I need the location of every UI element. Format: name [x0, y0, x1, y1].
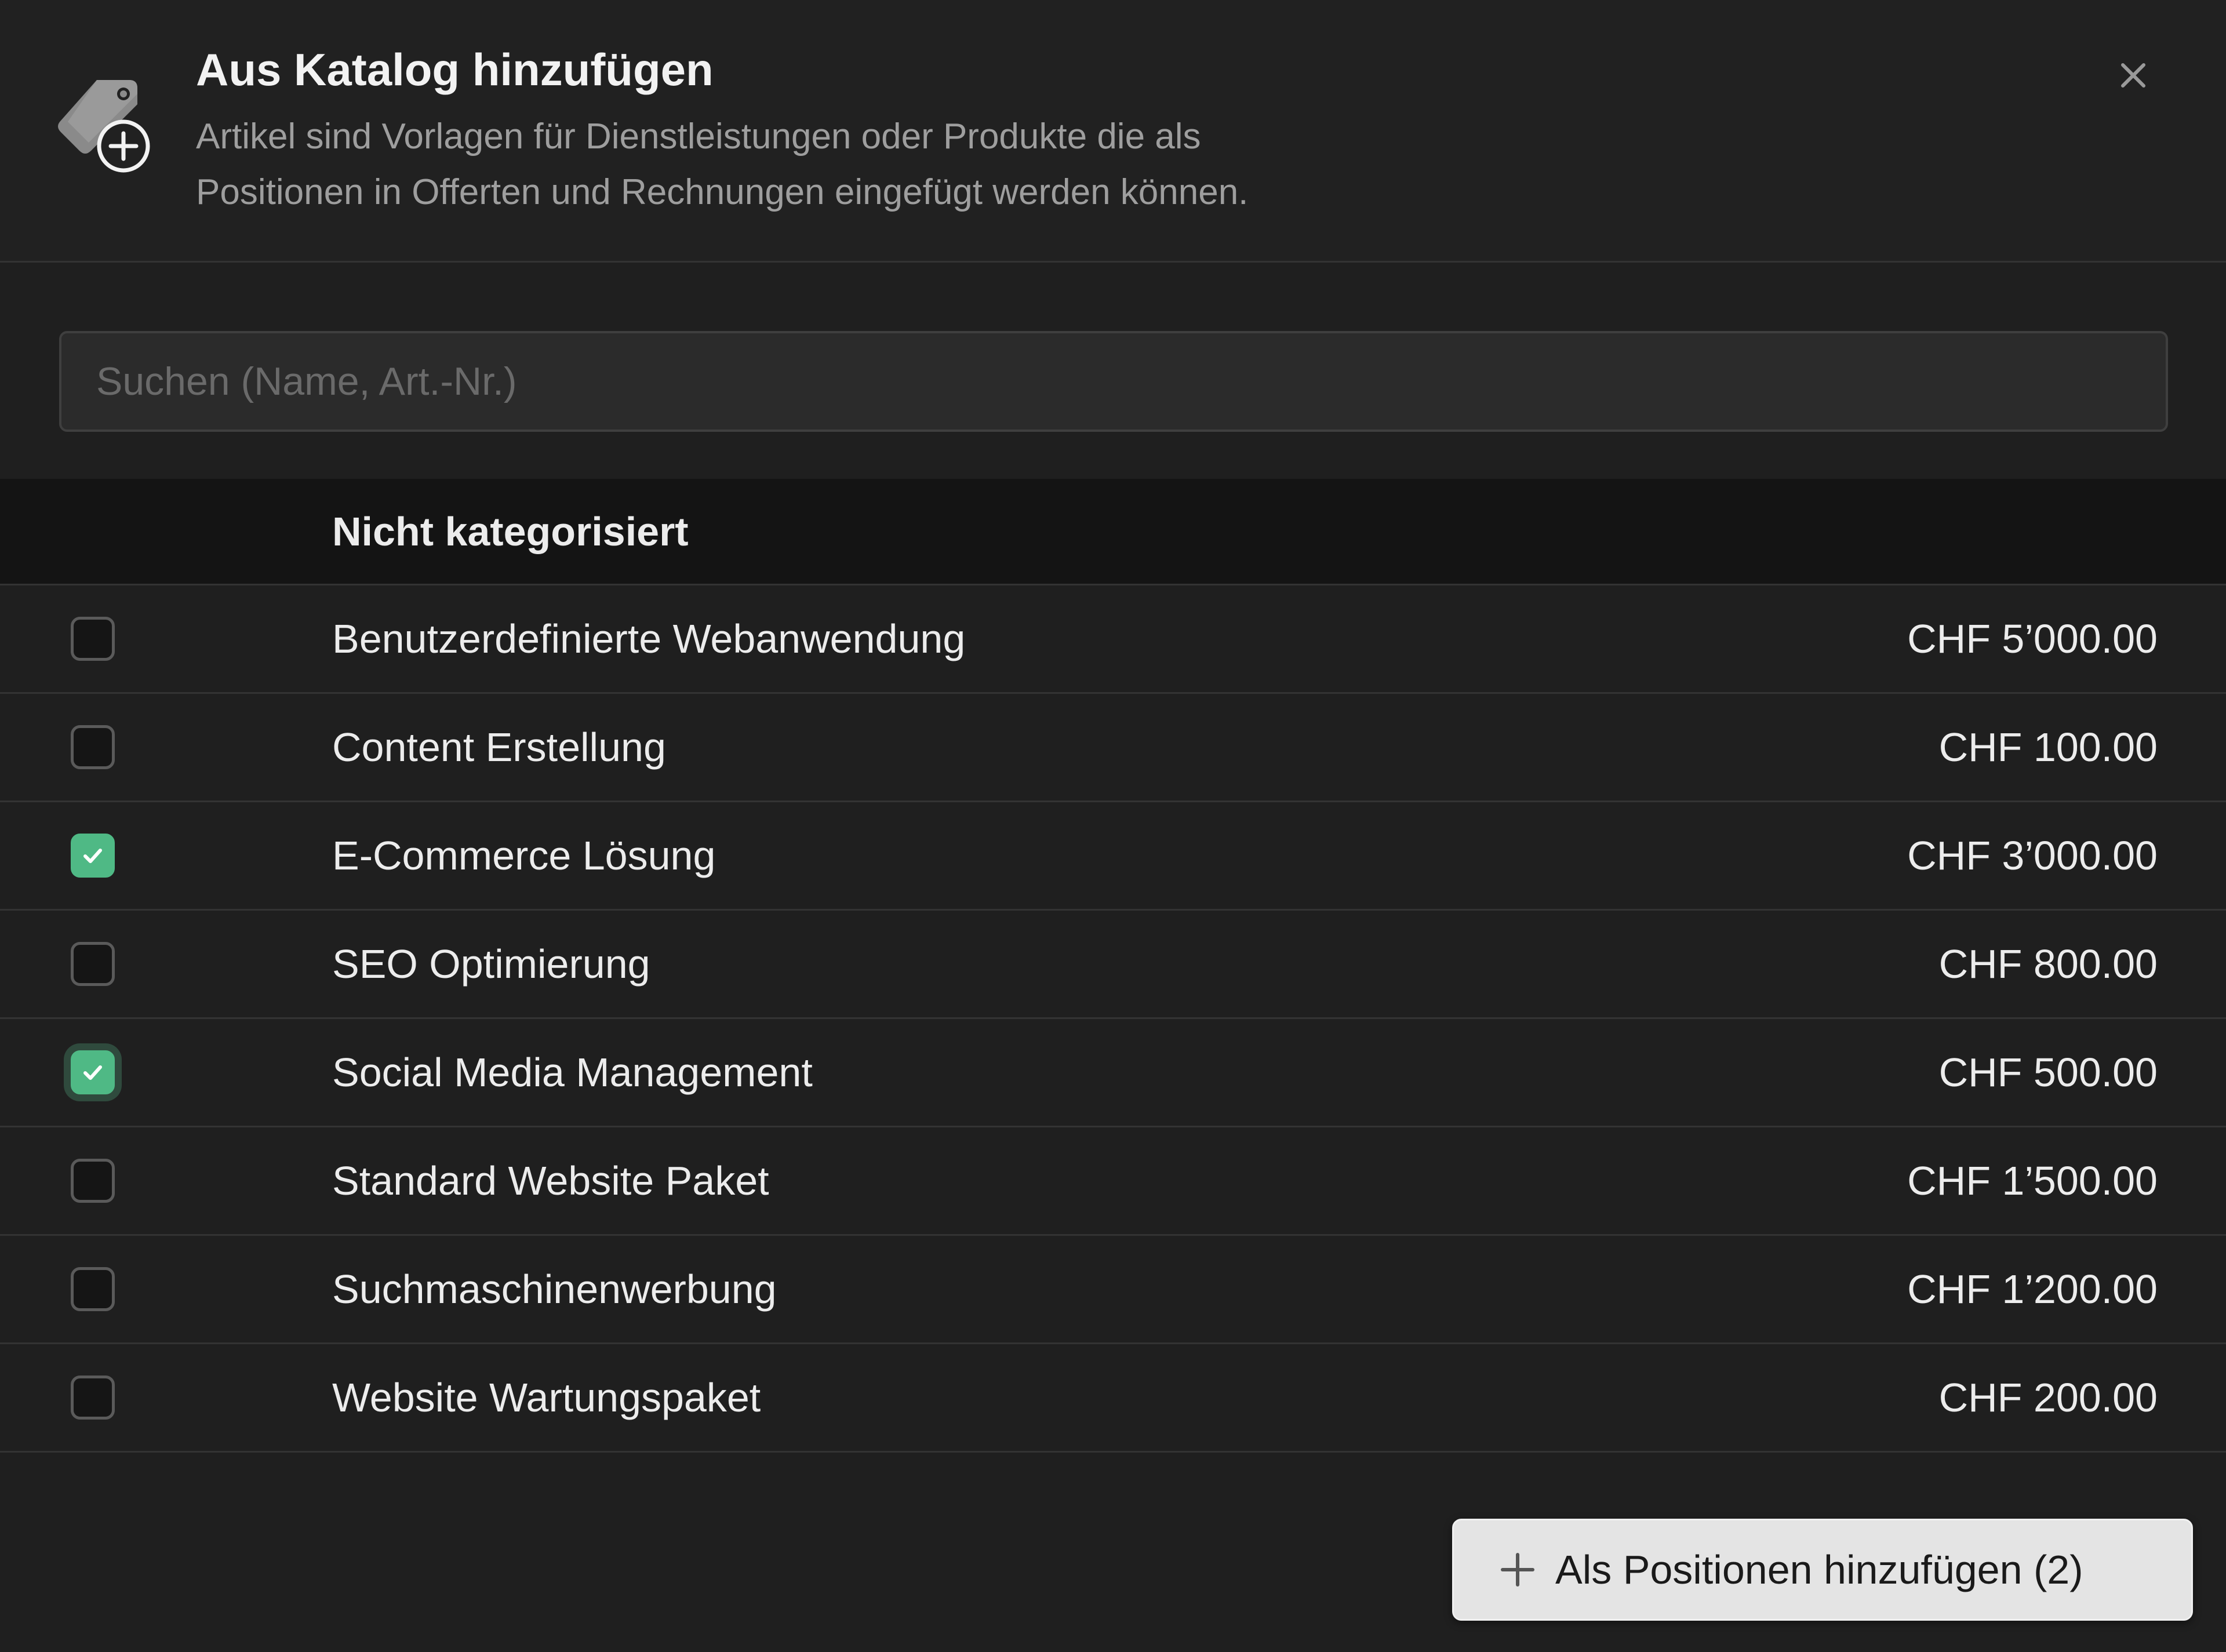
- catalog-item-row[interactable]: Suchmaschinenwerbung CHF 1’200.00: [0, 1236, 2226, 1344]
- item-name: Social Media Management: [332, 1050, 813, 1095]
- tag-add-icon: [55, 70, 157, 180]
- item-name: E-Commerce Lösung: [332, 833, 716, 878]
- item-checkbox[interactable]: [71, 834, 115, 878]
- catalog-item-row[interactable]: Website Wartungspaket CHF 200.00: [0, 1344, 2226, 1453]
- item-name: SEO Optimierung: [332, 941, 650, 987]
- item-name: Standard Website Paket: [332, 1158, 769, 1203]
- category-group-header: Nicht kategorisiert: [0, 479, 2226, 585]
- checkmark-icon: [83, 1065, 102, 1080]
- search-field: [59, 331, 2168, 432]
- category-label: Nicht kategorisiert: [332, 508, 689, 554]
- add-button-label: Als Positionen hinzufügen (2): [1555, 1547, 2083, 1592]
- catalog-item-row[interactable]: E-Commerce Lösung CHF 3’000.00: [0, 802, 2226, 911]
- catalog-item-row[interactable]: SEO Optimierung CHF 800.00: [0, 911, 2226, 1019]
- catalog-item-row[interactable]: Standard Website Paket CHF 1’500.00: [0, 1127, 2226, 1236]
- item-price: CHF 5’000.00: [1907, 616, 2158, 661]
- item-name: Suchmaschinenwerbung: [332, 1267, 777, 1312]
- catalog-item-list: Benutzerdefinierte Webanwendung CHF 5’000…: [0, 585, 2226, 1453]
- item-checkbox[interactable]: [71, 617, 115, 661]
- item-name: Content Erstellung: [332, 725, 666, 770]
- add-from-catalog-dialog: Aus Katalog hinzufügen Artikel sind Vorl…: [0, 0, 2226, 1652]
- close-icon: [2121, 63, 2145, 88]
- item-price: CHF 1’200.00: [1907, 1267, 2158, 1312]
- dialog-subtitle-line-2: Positionen in Offerten und Rechnungen ei…: [196, 172, 1249, 212]
- item-checkbox[interactable]: [71, 1159, 115, 1203]
- catalog-item-row[interactable]: Content Erstellung CHF 100.00: [0, 694, 2226, 802]
- search-input[interactable]: [61, 333, 2166, 430]
- item-name: Website Wartungspaket: [332, 1375, 761, 1420]
- plus-icon: [1501, 1553, 1534, 1586]
- item-price: CHF 500.00: [1938, 1050, 2158, 1095]
- item-price: CHF 100.00: [1938, 725, 2158, 770]
- item-price: CHF 3’000.00: [1907, 833, 2158, 878]
- add-as-positions-button[interactable]: Als Positionen hinzufügen (2): [1452, 1519, 2193, 1621]
- item-checkbox[interactable]: [71, 1376, 115, 1420]
- checkmark-icon: [83, 849, 102, 863]
- item-price: CHF 200.00: [1938, 1375, 2158, 1420]
- item-checkbox[interactable]: [71, 1050, 115, 1094]
- dialog-header: Aus Katalog hinzufügen Artikel sind Vorl…: [0, 0, 2226, 263]
- dialog-title: Aus Katalog hinzufügen: [196, 44, 714, 95]
- item-checkbox[interactable]: [71, 1267, 115, 1311]
- dialog-subtitle: Artikel sind Vorlagen für Dienstleistung…: [196, 109, 1587, 220]
- item-price: CHF 1’500.00: [1907, 1158, 2158, 1203]
- item-name: Benutzerdefinierte Webanwendung: [332, 616, 966, 661]
- catalog-item-row[interactable]: Benutzerdefinierte Webanwendung CHF 5’000…: [0, 585, 2226, 694]
- catalog-item-row[interactable]: Social Media Management CHF 500.00: [0, 1019, 2226, 1127]
- item-checkbox[interactable]: [71, 725, 115, 769]
- item-price: CHF 800.00: [1938, 941, 2158, 987]
- dialog-subtitle-line-1: Artikel sind Vorlagen für Dienstleistung…: [196, 117, 1201, 157]
- close-button[interactable]: [2110, 52, 2156, 99]
- item-checkbox[interactable]: [71, 942, 115, 986]
